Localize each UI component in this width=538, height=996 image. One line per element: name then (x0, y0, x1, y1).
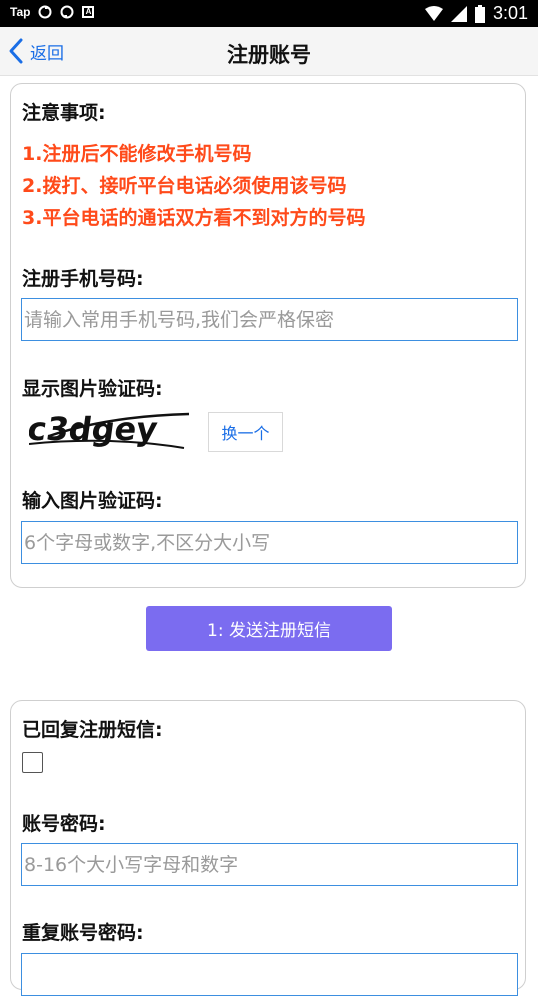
battery-icon (474, 4, 485, 23)
a-badge-icon: A (82, 6, 95, 18)
page-title: 注册账号 (227, 43, 311, 67)
password-label: 账号密码: (22, 813, 106, 835)
status-bar-right: 3:01 (424, 3, 528, 24)
clock: 3:01 (492, 3, 528, 23)
captcha-label: 显示图片验证码: (22, 378, 163, 400)
notice-line-2: 2.拨打、接听平台电话必须使用该号码 (22, 175, 347, 197)
status-bar-left: Tap A (10, 5, 95, 19)
repeat-password-label: 重复账号密码: (22, 922, 144, 944)
phone-label: 注册手机号码: (22, 268, 144, 290)
registration-card: 注意事项: 1.注册后不能修改手机号码 2.拨打、接听平台电话必须使用该号码 3… (10, 83, 526, 588)
notice-line-3: 3.平台电话的通话双方看不到对方的号码 (22, 207, 366, 229)
title-bar: 返回 注册账号 (0, 27, 538, 76)
status-bar: Tap A 3:01 (0, 0, 538, 27)
sms-reply-label: 已回复注册短信: (22, 719, 163, 741)
tap-label: Tap (10, 5, 31, 19)
sms-reply-checkbox[interactable] (22, 752, 43, 773)
phone-input[interactable] (21, 298, 518, 341)
captcha-input-label: 输入图片验证码: (22, 490, 163, 512)
password-input[interactable] (21, 843, 518, 886)
password-card: 已回复注册短信: 账号密码: 重复账号密码: (10, 700, 526, 996)
captcha-image: c3dgey (29, 410, 189, 449)
wifi-icon (424, 5, 443, 21)
repeat-password-input[interactable] (21, 953, 518, 996)
notice-line-1: 1.注册后不能修改手机号码 (22, 143, 252, 165)
sync-icon (38, 5, 52, 19)
signal-icon (450, 5, 467, 22)
captcha-text: c3dgey (29, 410, 160, 448)
sync-icon (60, 5, 74, 19)
notice-title: 注意事项: (22, 102, 106, 124)
captcha-input[interactable] (21, 521, 518, 564)
send-sms-button[interactable]: 1: 发送注册短信 (146, 606, 392, 651)
refresh-captcha-button[interactable]: 换一个 (208, 412, 283, 452)
